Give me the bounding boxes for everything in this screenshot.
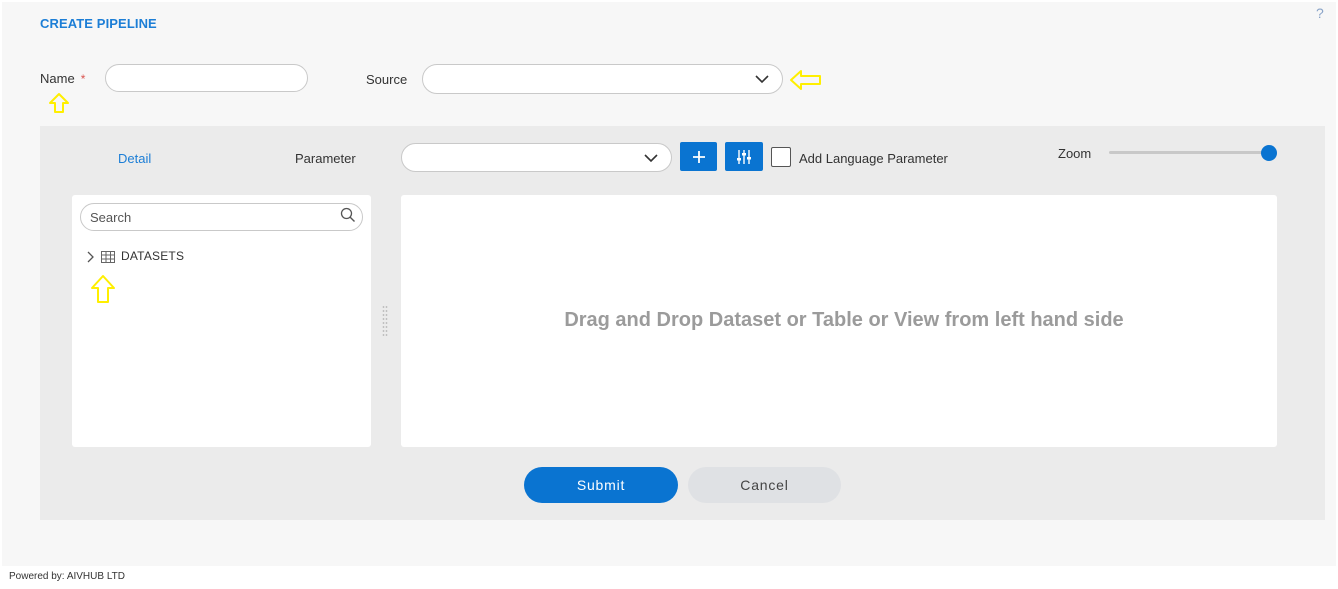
panel-resize-handle[interactable] [382,305,388,337]
name-label: Name * [40,71,85,86]
source-label: Source [366,72,408,87]
required-mark: * [80,72,86,86]
submit-button[interactable]: Submit [524,467,678,503]
canvas-placeholder-text: Drag and Drop Dataset or Table or View f… [564,309,1124,331]
chevron-down-icon [644,154,658,163]
page-title: CREATE PIPELINE [40,16,157,31]
parameter-select[interactable] [401,143,672,172]
table-grid-icon [101,251,115,263]
tree-item-label: DATASETS [121,249,185,263]
zoom-slider-track[interactable] [1109,151,1269,154]
cancel-button[interactable]: Cancel [688,467,841,503]
tab-detail[interactable]: Detail [118,151,151,166]
search-input[interactable] [80,203,363,231]
footer-powered-by: Powered by: AIVHUB LTD [9,571,125,582]
chevron-right-icon[interactable] [85,251,95,263]
parameter-settings-button[interactable] [725,142,763,171]
chevron-down-icon [755,75,769,84]
zoom-slider-thumb[interactable] [1261,145,1277,161]
name-input[interactable] [105,64,308,92]
help-icon[interactable]: ? [1316,5,1324,21]
parameter-label: Parameter [295,151,356,166]
add-language-checkbox[interactable] [771,147,791,167]
source-select[interactable] [422,64,783,94]
add-language-label: Add Language Parameter [799,151,948,166]
name-label-text: Name [40,71,75,86]
sliders-icon [737,149,751,164]
add-parameter-button[interactable] [680,142,717,171]
zoom-label: Zoom [1058,146,1092,161]
annotation-arrow-up-icon [91,275,115,303]
plus-icon [692,150,705,163]
annotation-arrow-left-icon [790,70,821,90]
search-icon[interactable] [340,207,356,223]
annotation-arrow-up-icon [49,93,69,113]
dataset-tree-panel [72,195,371,447]
